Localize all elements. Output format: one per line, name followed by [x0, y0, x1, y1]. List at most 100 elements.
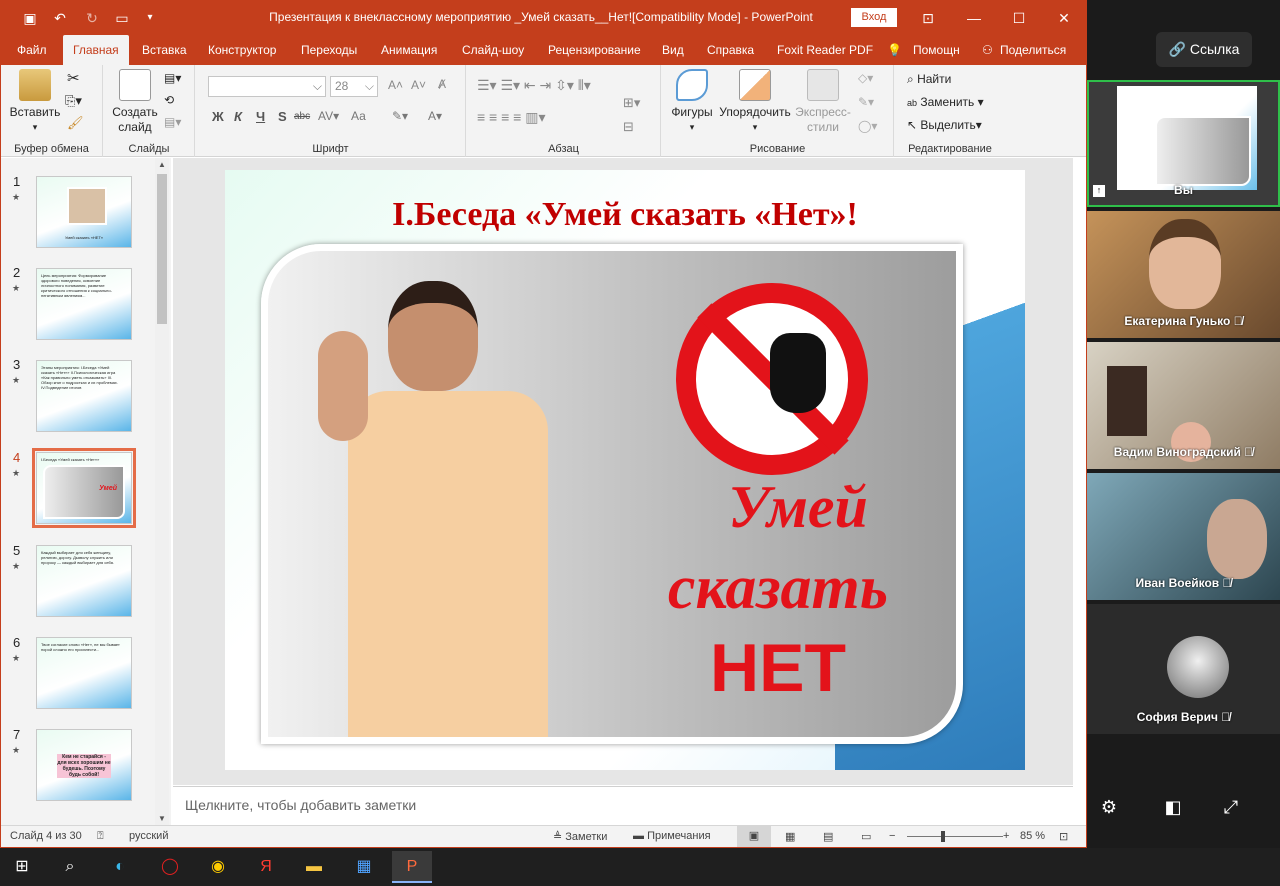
language-indicator[interactable]: русский [129, 830, 168, 842]
redo-icon[interactable]: ↻ [83, 9, 101, 27]
tab-review[interactable]: Рецензирование [548, 35, 641, 65]
shape-fill-icon[interactable]: ◇▾ [858, 71, 873, 85]
minimize-icon[interactable]: — [959, 7, 989, 29]
tab-foxit[interactable]: Foxit Reader PDF [777, 35, 873, 65]
text-direction-icon[interactable]: ⊞▾ [623, 95, 640, 111]
tab-view[interactable]: Вид [662, 35, 684, 65]
store-icon[interactable]: ▦ [344, 851, 384, 883]
tab-slideshow[interactable]: Слайд-шоу [462, 35, 524, 65]
smartart-icon[interactable]: ⊟ [623, 119, 634, 135]
link-button[interactable]: 🔗 Ссылка [1156, 32, 1252, 67]
strikethrough-button[interactable]: abc [294, 111, 310, 122]
reset-icon[interactable]: ⟲ [164, 93, 174, 107]
tab-help[interactable]: Справка [707, 35, 754, 65]
participant-tile-1[interactable]: Екатерина Гунько 🎙̸ [1087, 211, 1280, 338]
start-from-beginning-icon[interactable]: ▭ [113, 9, 131, 27]
participant-tile-3[interactable]: Иван Воейков 🎙̸ [1087, 473, 1280, 600]
layout-icon[interactable]: ▤▾ [164, 71, 181, 85]
slide-thumbnail-6[interactable]: Твое согласие слово «Нет», не мы бывает … [36, 637, 132, 709]
share-icon[interactable]: ⚇ [982, 35, 993, 65]
italic-button[interactable]: К [234, 109, 242, 124]
char-spacing-icon[interactable]: AV▾ [318, 109, 339, 123]
notes-toggle[interactable]: ≜ Заметки [553, 830, 607, 843]
bold-button[interactable]: Ж [212, 109, 224, 124]
font-color-icon[interactable]: A▾ [428, 109, 442, 123]
participant-tile-4[interactable]: София Верич 🎙̸ [1087, 604, 1280, 734]
paste-button[interactable]: Вставить ▾ [7, 69, 63, 135]
slide-thumbnail-7[interactable]: Кем не старайся - для всех хорошим не бу… [36, 729, 132, 801]
tab-home[interactable]: Главная [63, 35, 129, 65]
thumbnails-scrollbar[interactable]: ▲ ▼ [155, 158, 169, 825]
opera-icon[interactable]: ◯ [150, 851, 190, 883]
edge-icon[interactable]: ◐ [100, 851, 140, 883]
tab-design[interactable]: Конструктор [208, 35, 276, 65]
tab-animations[interactable]: Анимация [381, 35, 437, 65]
align-icons[interactable]: ≡ ≡ ≡ ≡ ▥▾ [477, 109, 546, 126]
quick-styles-button[interactable]: Экспресс- стили [792, 69, 854, 135]
comments-toggle[interactable]: ▬ Примечания [633, 830, 711, 842]
slide-title[interactable]: I.Беседа «Умей сказать «Нет»! [225, 196, 1025, 234]
underline-button[interactable]: Ч [256, 109, 265, 124]
slideshow-icon[interactable]: ▭ [861, 830, 871, 843]
file-explorer-icon[interactable]: ▬ [294, 851, 334, 883]
fit-slide-icon[interactable]: ⊡ [1059, 830, 1068, 843]
slide-thumbnail-2[interactable]: Цель мероприятия: Формирование здорового… [36, 268, 132, 340]
save-icon[interactable]: ▣ [21, 9, 39, 27]
shape-effects-icon[interactable]: ◯▾ [858, 119, 877, 133]
slide-thumbnail-5[interactable]: Каждый выбирает для себя женщину, религи… [36, 545, 132, 617]
bullets-icon[interactable]: ☰▾ ☰▾ ⇤ ⇥ ⇳▾ ⫴▾ [477, 77, 591, 94]
settings-gear-icon[interactable]: ⚙ [1097, 795, 1121, 819]
shapes-button[interactable]: Фигуры ▾ [666, 69, 718, 135]
zoom-in-icon[interactable]: + [1003, 830, 1009, 842]
tell-me-button[interactable]: Помощн [913, 35, 960, 65]
cut-icon[interactable]: ✂ [67, 69, 80, 87]
fullscreen-icon[interactable]: ⤢ [1219, 795, 1243, 819]
new-slide-button[interactable]: Создать слайд [110, 69, 160, 135]
notes-placeholder[interactable]: Щелкните, чтобы добавить заметки [185, 797, 416, 813]
find-button[interactable]: ⌕ Найти [907, 72, 951, 87]
search-icon[interactable]: ⌕ [50, 851, 90, 883]
normal-view-icon[interactable]: ▣ [737, 826, 771, 847]
slide-picture[interactable]: Умей сказать НЕТ [261, 244, 963, 744]
change-case-button[interactable]: Аа [351, 109, 366, 123]
zoom-level[interactable]: 85 % [1020, 830, 1045, 842]
layout-toggle-icon[interactable]: ◧ [1161, 795, 1185, 819]
tab-insert[interactable]: Вставка [142, 35, 187, 65]
tab-transitions[interactable]: Переходы [301, 35, 357, 65]
participant-tile-self[interactable]: ↑ Вы [1087, 80, 1280, 207]
current-slide[interactable]: I.Беседа «Умей сказать «Нет»! Умей сказа… [225, 170, 1025, 770]
clear-format-icon[interactable]: Ⱥ [438, 77, 446, 91]
slide-thumbnail-1[interactable]: Умей сказать «НЕТ» [36, 176, 132, 248]
zoom-slider[interactable] [907, 836, 1003, 837]
scrollbar-thumb[interactable] [157, 174, 167, 324]
sign-in-button[interactable]: Вход [851, 8, 897, 27]
section-icon[interactable]: ▤▾ [164, 115, 181, 129]
shadow-button[interactable]: S [278, 109, 287, 124]
tab-file[interactable]: Файл [17, 35, 47, 65]
font-name-combo[interactable]: ⌵ [208, 76, 326, 97]
grow-font-icon[interactable]: A˄ [388, 78, 403, 92]
slide-thumbnail-3[interactable]: Этапы мероприятия: I.Беседа «Умей сказат… [36, 360, 132, 432]
scroll-down-icon[interactable]: ▼ [158, 814, 166, 823]
windows-start-icon[interactable]: ⊞ [2, 851, 42, 883]
replace-button[interactable]: ab Заменить ▾ [907, 95, 984, 109]
scroll-up-icon[interactable]: ▲ [158, 160, 166, 169]
powerpoint-taskbar-icon[interactable]: P [392, 851, 432, 883]
undo-icon[interactable]: ↶ [51, 9, 69, 27]
highlight-icon[interactable]: ✎▾ [392, 109, 408, 123]
yandex-icon[interactable]: Я [246, 851, 286, 883]
slide-thumbnail-4[interactable]: I.Беседа «Умей сказать «Нет»» Умей [32, 448, 136, 528]
zoom-slider-thumb[interactable] [941, 831, 945, 842]
font-size-combo[interactable]: 28 ⌵ [330, 76, 378, 97]
lightbulb-icon[interactable]: 💡 [887, 35, 902, 65]
maximize-icon[interactable]: ☐ [1004, 7, 1034, 29]
zoom-out-icon[interactable]: − [889, 830, 895, 842]
spellcheck-icon[interactable]: ⍰ [97, 830, 104, 843]
copy-icon[interactable]: ⎘▾ [65, 93, 82, 109]
arrange-button[interactable]: Упорядочить ▾ [716, 69, 794, 135]
customize-toolbar-icon[interactable]: ▾ [141, 9, 159, 27]
notes-pane[interactable]: Щелкните, чтобы добавить заметки [173, 786, 1073, 824]
select-button[interactable]: ↖ Выделить▾ [907, 118, 982, 132]
participant-tile-2[interactable]: Вадим Виноградский 🎙̸ [1087, 342, 1280, 469]
reading-view-icon[interactable]: ▤ [823, 830, 833, 843]
